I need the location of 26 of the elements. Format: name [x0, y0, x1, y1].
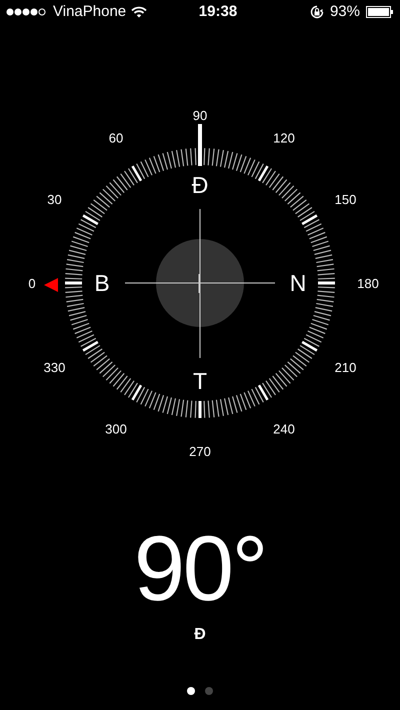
degree-label: 150: [334, 192, 356, 207]
pointer-icon: [44, 278, 58, 292]
wifi-icon: [131, 6, 148, 18]
rotation-lock-icon: [310, 5, 324, 19]
heading-degrees: 90°: [134, 523, 266, 615]
degree-label: 270: [189, 444, 211, 459]
degree-label: 60: [108, 130, 124, 146]
degree-label: 120: [273, 130, 295, 146]
cardinal-letter: B: [94, 270, 110, 296]
cardinal-letter: Đ: [192, 172, 208, 198]
status-time: 19:38: [198, 2, 238, 22]
degree-label: 300: [105, 422, 127, 436]
degree-label: 210: [334, 360, 356, 375]
signal-icon: [6, 8, 48, 16]
degree-label: 30: [47, 192, 62, 207]
carrier-name: VinaPhone: [53, 2, 126, 22]
degree-label: 0: [28, 276, 36, 291]
degree-label: 90: [192, 108, 208, 123]
cardinal-letter: T: [192, 368, 208, 394]
degree-label: 330: [44, 360, 66, 375]
cardinal-letter: N: [290, 270, 306, 296]
degree-label: 240: [273, 422, 295, 436]
battery-icon: [366, 6, 394, 18]
degree-label: 180: [357, 276, 379, 291]
battery-percent: 93%: [330, 2, 360, 22]
heading-direction: Đ: [194, 625, 206, 645]
